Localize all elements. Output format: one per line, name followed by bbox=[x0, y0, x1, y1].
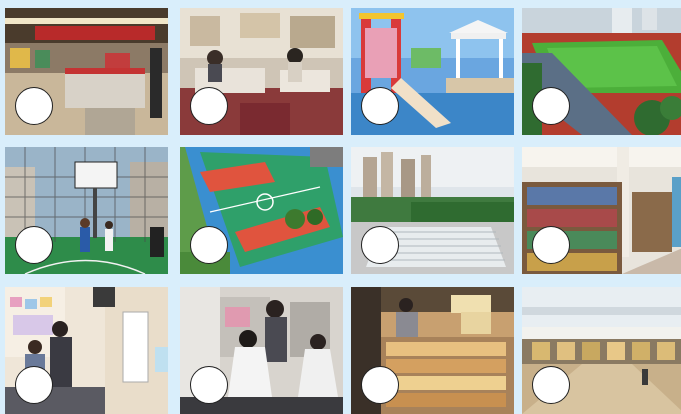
answer-circle[interactable] bbox=[190, 366, 228, 404]
picture-tile-restaurant[interactable] bbox=[180, 8, 343, 135]
answer-circle[interactable] bbox=[15, 226, 53, 264]
answer-circle[interactable] bbox=[361, 366, 399, 404]
answer-circle[interactable] bbox=[15, 87, 53, 125]
picture-tile-playground[interactable] bbox=[351, 8, 514, 135]
answer-circle[interactable] bbox=[532, 366, 570, 404]
answer-circle[interactable] bbox=[361, 226, 399, 264]
answer-circle[interactable] bbox=[532, 87, 570, 125]
picture-tile-clinic[interactable] bbox=[5, 287, 168, 414]
picture-tile-pool[interactable] bbox=[351, 147, 514, 274]
picture-tile-mall[interactable] bbox=[522, 287, 681, 414]
answer-circle[interactable] bbox=[15, 366, 53, 404]
answer-circle[interactable] bbox=[190, 226, 228, 264]
answer-circle[interactable] bbox=[532, 226, 570, 264]
picture-tile-bakery[interactable] bbox=[351, 287, 514, 414]
picture-tile-stadium[interactable] bbox=[522, 8, 681, 135]
picture-tile-tennis[interactable] bbox=[180, 147, 343, 274]
picture-grid bbox=[0, 0, 681, 414]
answer-circle[interactable] bbox=[361, 87, 399, 125]
picture-tile-basketball[interactable] bbox=[5, 147, 168, 274]
picture-tile-library[interactable] bbox=[522, 147, 681, 274]
picture-tile-salon[interactable] bbox=[180, 287, 343, 414]
picture-tile-supermarket[interactable] bbox=[5, 8, 168, 135]
answer-circle[interactable] bbox=[190, 87, 228, 125]
